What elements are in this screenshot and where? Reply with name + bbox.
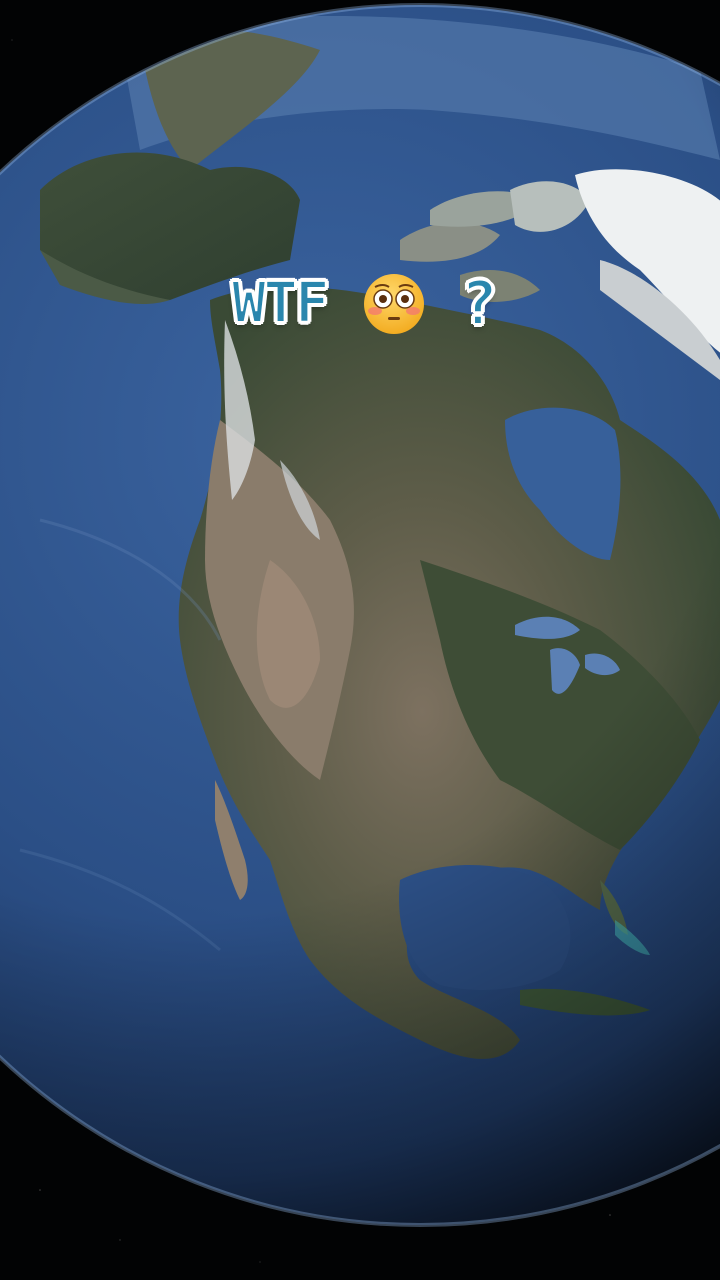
earth-globe	[0, 3, 720, 1227]
scene: WTF ?	[0, 0, 720, 1280]
caption-word: WTF	[231, 271, 330, 336]
caption-overlay: WTF ?	[231, 266, 572, 342]
flushed-face-icon	[361, 271, 427, 337]
caption-question-mark: ?	[460, 269, 498, 339]
